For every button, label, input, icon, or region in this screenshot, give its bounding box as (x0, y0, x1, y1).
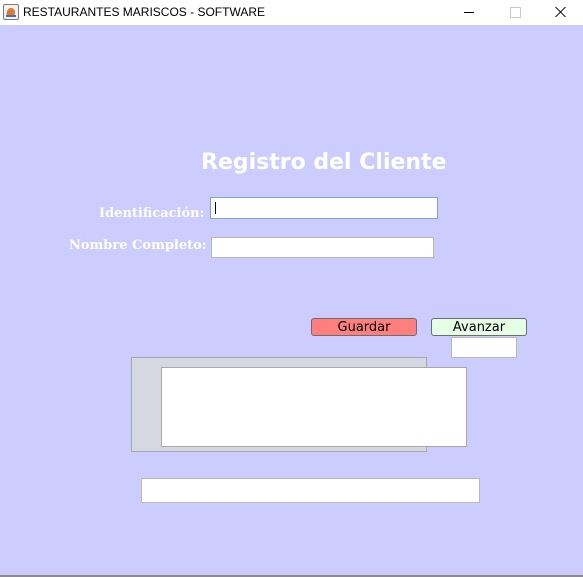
guardar-button[interactable]: Guardar (311, 318, 417, 336)
nombre-completo-field[interactable] (211, 237, 434, 258)
java-icon (3, 4, 19, 20)
maximize-button[interactable] (492, 0, 538, 25)
minimize-button[interactable] (445, 0, 491, 25)
nombre-completo-label: Nombre Completo: (69, 238, 207, 253)
avanzar-button[interactable]: Avanzar (431, 318, 527, 336)
small-text-field[interactable] (451, 337, 517, 358)
close-button[interactable] (537, 0, 583, 25)
bottom-text-field[interactable] (141, 478, 480, 503)
identificacion-label: Identificación: (99, 206, 205, 221)
text-area[interactable] (161, 367, 467, 447)
page-title: Registro del Cliente (201, 150, 447, 175)
title-bar[interactable]: RESTAURANTES MARISCOS - SOFTWARE (0, 0, 583, 25)
window-title: RESTAURANTES MARISCOS - SOFTWARE (23, 5, 266, 19)
identificacion-field[interactable] (210, 197, 438, 219)
